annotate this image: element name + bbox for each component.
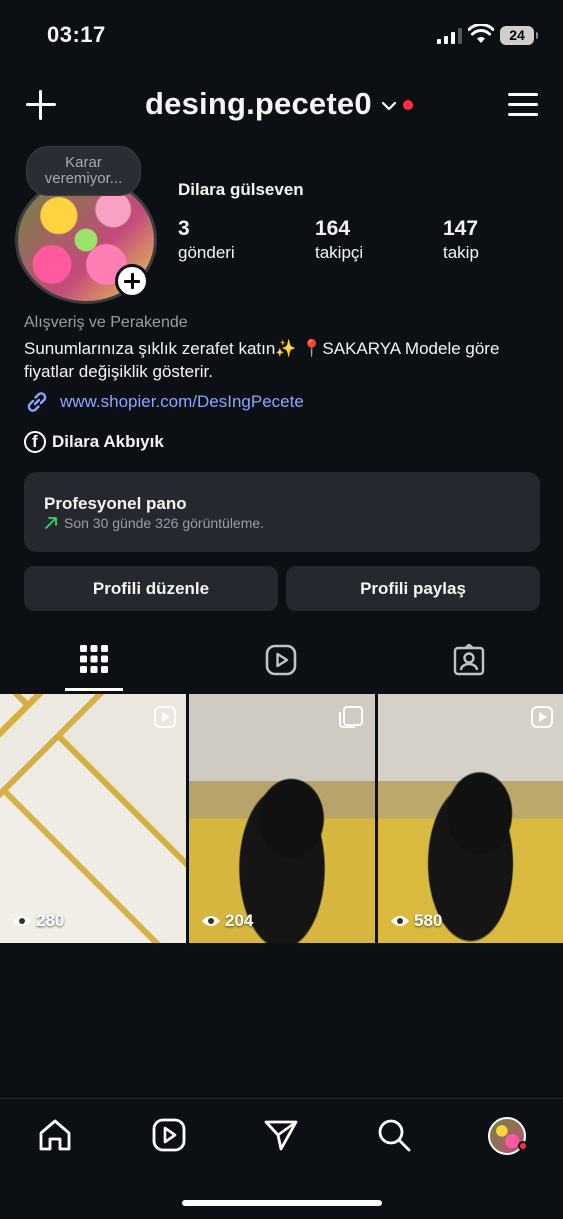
view-count: 204 (201, 911, 253, 931)
reel-icon (531, 706, 553, 728)
link-icon (27, 392, 47, 412)
post-thumbnail-3[interactable]: 580 (378, 694, 563, 943)
messages-icon (264, 1120, 298, 1151)
view-count-value: 580 (414, 911, 443, 930)
post-thumbnail-2[interactable]: 204 (189, 694, 375, 943)
home-icon (39, 1119, 71, 1151)
stat-posts[interactable]: 3 gönderi (178, 217, 235, 263)
nav-home[interactable] (37, 1117, 77, 1157)
profile-category: Alışveriş ve Perakende (24, 314, 188, 331)
display-name: Dilara gülseven (178, 180, 304, 199)
profile-header: desing.pecete0 (0, 80, 563, 130)
edit-profile-button[interactable]: Profili düzenle (24, 566, 278, 611)
stat-followers-label: takipçi (315, 243, 364, 262)
notification-dot (518, 1141, 528, 1151)
profile-bio: Sunumlarınıza şıklık zerafet katın✨ 📍SAK… (24, 339, 500, 381)
view-count: 280 (12, 911, 64, 931)
stat-posts-label: gönderi (178, 243, 235, 262)
profile-link[interactable]: www.shopier.com/DesIngPecete (24, 389, 304, 415)
stat-following-label: takip (443, 243, 479, 262)
stat-following-value: 147 (443, 217, 479, 240)
tab-tagged[interactable] (376, 638, 563, 694)
reels-icon (152, 1118, 186, 1152)
dashboard-subtitle: Son 30 günde 326 görüntüleme. (64, 515, 265, 531)
eye-icon (13, 916, 31, 926)
create-plus-icon[interactable] (24, 88, 58, 122)
menu-hamburger-icon[interactable] (508, 93, 538, 117)
add-story-plus-icon[interactable] (115, 264, 149, 298)
link-text: www.shopier.com/DesIngPecete (60, 392, 304, 411)
stat-following[interactable]: 147 takip (443, 217, 479, 263)
profile-tabs (0, 638, 563, 694)
search-icon (378, 1119, 411, 1152)
note-bubble[interactable]: Karar veremiyor... (26, 146, 141, 196)
reels-icon (265, 644, 297, 676)
share-profile-button[interactable]: Profili paylaş (286, 566, 540, 611)
post-thumbnail-1[interactable]: 280 (0, 694, 186, 943)
cellular-signal-icon (437, 28, 463, 44)
username: desing.pecete0 (145, 86, 372, 121)
active-tab-indicator (65, 688, 123, 691)
chevron-down-icon (381, 101, 396, 111)
posts-grid: 280 204 580 (0, 694, 563, 943)
battery-indicator: 24 (500, 26, 538, 45)
stat-followers[interactable]: 164 takipçi (315, 217, 363, 263)
facebook-name: Dilara Akbıyık (52, 432, 164, 451)
eye-icon (391, 916, 409, 926)
facebook-icon (24, 431, 46, 453)
tab-grid[interactable] (0, 638, 187, 694)
view-count-value: 204 (225, 911, 254, 930)
status-time: 03:17 (47, 22, 106, 47)
grid-icon (80, 645, 108, 673)
home-indicator (182, 1200, 382, 1206)
view-count-value: 280 (36, 911, 65, 930)
carousel-icon (339, 706, 363, 728)
stat-followers-value: 164 (315, 217, 351, 240)
nav-search[interactable] (376, 1117, 416, 1157)
notification-dot (402, 100, 413, 110)
nav-reels[interactable] (151, 1117, 191, 1157)
eye-icon (202, 916, 220, 926)
nav-messages[interactable] (263, 1117, 303, 1157)
professional-dashboard[interactable]: Profesyonel pano Son 30 günde 326 görünt… (24, 472, 540, 552)
view-count: 580 (390, 911, 442, 931)
tab-reels[interactable] (188, 638, 375, 694)
wifi-icon (468, 24, 494, 43)
account-switcher[interactable]: desing.pecete0 (145, 86, 413, 122)
stat-posts-value: 3 (178, 217, 190, 240)
tagged-icon (453, 644, 485, 676)
dashboard-title: Profesyonel pano (44, 494, 187, 513)
status-bar: 03:17 24 (0, 0, 563, 72)
trend-up-arrow-icon (45, 517, 57, 529)
facebook-link[interactable]: Dilara Akbıyık (24, 431, 164, 453)
reel-icon (154, 706, 176, 728)
